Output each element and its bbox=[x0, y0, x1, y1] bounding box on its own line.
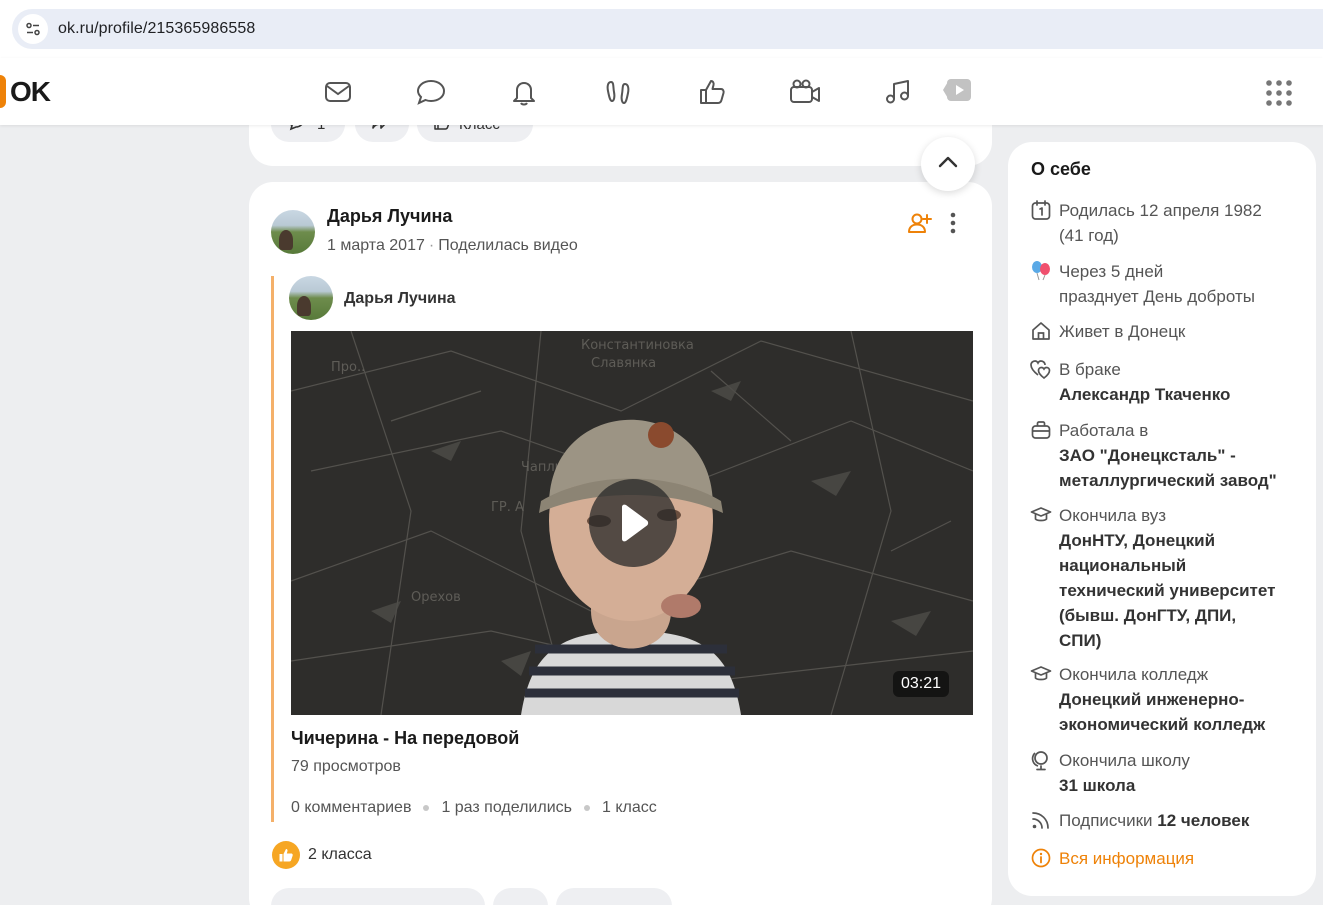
like-badge-icon bbox=[272, 841, 300, 869]
video-shares-count[interactable]: 1 раз поделились bbox=[441, 799, 572, 817]
browser-toolbar: ok.ru/profile/215365986558 bbox=[0, 0, 1323, 58]
post-date[interactable]: 1 марта 2017 bbox=[327, 237, 425, 254]
shared-content: Дарья Лучина Константиновка Про.. Чаплин… bbox=[271, 276, 973, 822]
briefcase-icon bbox=[1030, 419, 1052, 441]
meta-separator: · bbox=[428, 237, 435, 254]
location-info: Живет в Донецк bbox=[1030, 319, 1185, 344]
post-author-name[interactable]: Дарья Лучина bbox=[327, 206, 452, 227]
globe-icon bbox=[1030, 749, 1052, 771]
chat-icon[interactable] bbox=[413, 74, 449, 110]
svg-text:ГР. А: ГР. А bbox=[491, 500, 524, 515]
subscribers-count[interactable]: 12 человек bbox=[1157, 811, 1249, 830]
reactions-count: 2 класса bbox=[308, 846, 372, 863]
graduation-cap-icon bbox=[1030, 504, 1052, 526]
graduation-cap-icon bbox=[1030, 663, 1052, 685]
like-icon[interactable] bbox=[694, 74, 730, 110]
more-options-icon[interactable] bbox=[941, 208, 965, 238]
birth-date: Родилась 12 апреля 1982 bbox=[1059, 201, 1262, 220]
author-avatar[interactable] bbox=[271, 210, 315, 254]
video-play-icon[interactable] bbox=[936, 72, 974, 108]
video-duration: 03:21 bbox=[892, 671, 949, 697]
work-label: Работала в bbox=[1059, 421, 1149, 440]
post-card: Дарья Лучина 1 марта 2017 · Поделилась вид… bbox=[249, 182, 992, 905]
post-reactions[interactable]: 2 класса bbox=[272, 841, 372, 869]
university-line5[interactable]: СПИ) bbox=[1059, 631, 1101, 650]
add-friend-icon[interactable] bbox=[907, 210, 933, 236]
university-info: Окончила вуз ДонНТУ, Донецкий национальн… bbox=[1030, 503, 1275, 653]
video-likes-count[interactable]: 1 класс bbox=[602, 799, 657, 817]
balloons-icon bbox=[1030, 260, 1052, 282]
svg-text:Константиновка: Константиновка bbox=[581, 338, 694, 353]
school-name[interactable]: 31 школа bbox=[1059, 776, 1135, 795]
post-action: Поделилась видео bbox=[438, 237, 578, 254]
video-player[interactable]: Константиновка Про.. Чаплино Орехов ГР. … bbox=[291, 331, 973, 715]
shared-author-avatar[interactable] bbox=[289, 276, 333, 320]
calendar-icon bbox=[1030, 199, 1052, 221]
all-info-label[interactable]: Вся информация bbox=[1059, 849, 1194, 868]
play-button[interactable] bbox=[589, 479, 677, 567]
stats-separator bbox=[583, 805, 590, 811]
stats-separator bbox=[423, 805, 430, 811]
logo-text: OK bbox=[10, 75, 51, 107]
school-label: Окончила школу bbox=[1059, 751, 1190, 770]
college-label: Окончила колледж bbox=[1059, 665, 1209, 684]
logo-mark bbox=[0, 75, 6, 108]
svg-text:Орехов: Орехов bbox=[411, 590, 461, 605]
university-line2[interactable]: национальный bbox=[1059, 556, 1186, 575]
video-camera-icon[interactable] bbox=[787, 74, 823, 110]
spouse-name[interactable]: Александр Ткаченко bbox=[1059, 385, 1230, 404]
site-settings-icon[interactable] bbox=[18, 14, 48, 44]
video-views: 79 просмотров bbox=[291, 758, 401, 775]
about-title: О себе bbox=[1031, 159, 1091, 179]
work-info: Работала в ЗАО "Донецксталь" - металлург… bbox=[1030, 418, 1277, 493]
college-line1[interactable]: Донецкий инженерно- bbox=[1059, 690, 1244, 709]
marital-info: В браке Александр Ткаченко bbox=[1030, 357, 1230, 407]
bell-icon[interactable] bbox=[506, 74, 542, 110]
mail-icon[interactable] bbox=[320, 74, 356, 110]
svg-text:Про..: Про.. bbox=[331, 360, 365, 375]
age: (41 год) bbox=[1059, 226, 1119, 245]
birth-info: Родилась 12 апреля 1982 (41 год) bbox=[1030, 198, 1262, 248]
school-info: Окончила школу 31 школа bbox=[1030, 748, 1190, 798]
comment-button[interactable] bbox=[271, 888, 485, 905]
marital-status: В браке bbox=[1059, 360, 1121, 379]
site-header: OK bbox=[0, 58, 1323, 125]
video-comments-count[interactable]: 0 комментариев bbox=[291, 799, 411, 817]
about-card: О себе Родилась 12 апреля 1982 (41 год) … bbox=[1008, 142, 1316, 896]
apps-grid-icon[interactable] bbox=[1264, 78, 1294, 108]
subscribers-info[interactable]: Подписчики 12 человек bbox=[1030, 808, 1249, 833]
work-place-line2[interactable]: металлургический завод" bbox=[1059, 471, 1277, 490]
hearts-icon bbox=[1030, 358, 1052, 380]
lives-in[interactable]: Живет в Донецк bbox=[1059, 319, 1185, 344]
subscribers-label: Подписчики bbox=[1059, 811, 1153, 830]
university-line4[interactable]: (бывш. ДонГТУ, ДПИ, bbox=[1059, 606, 1236, 625]
ok-logo[interactable]: OK bbox=[0, 75, 51, 108]
holiday-info: Через 5 дней празднует День доброты bbox=[1030, 259, 1255, 309]
post-meta: 1 марта 2017 · Поделилась видео bbox=[327, 237, 578, 255]
college-line2[interactable]: экономический колледж bbox=[1059, 715, 1265, 734]
university-label: Окончила вуз bbox=[1059, 506, 1167, 525]
all-info-link[interactable]: Вся информация bbox=[1030, 846, 1194, 871]
home-icon bbox=[1030, 320, 1052, 342]
video-title[interactable]: Чичерина - На передовой bbox=[291, 728, 519, 749]
college-info: Окончила колледж Донецкий инженерно- эко… bbox=[1030, 662, 1265, 737]
rss-icon bbox=[1030, 809, 1052, 831]
guests-icon[interactable] bbox=[600, 74, 636, 110]
holiday-countdown: Через 5 дней bbox=[1059, 262, 1164, 281]
work-place-line1[interactable]: ЗАО "Донецксталь" - bbox=[1059, 446, 1236, 465]
share-button-bottom[interactable] bbox=[493, 888, 548, 905]
like-button-bottom[interactable] bbox=[556, 888, 672, 905]
svg-text:Славянка: Славянка bbox=[591, 356, 656, 371]
chevron-up-icon bbox=[937, 155, 959, 174]
info-icon bbox=[1030, 847, 1052, 869]
university-line3[interactable]: технический университет bbox=[1059, 581, 1275, 600]
university-line1[interactable]: ДонНТУ, Донецкий bbox=[1059, 531, 1215, 550]
video-stats: 0 комментариев 1 раз поделились 1 класс bbox=[291, 799, 657, 817]
url-text[interactable]: ok.ru/profile/215365986558 bbox=[58, 20, 255, 38]
music-icon[interactable] bbox=[880, 74, 916, 110]
holiday-name[interactable]: празднует День доброты bbox=[1059, 284, 1255, 309]
shared-author-name[interactable]: Дарья Лучина bbox=[344, 290, 456, 308]
address-bar[interactable]: ok.ru/profile/215365986558 bbox=[12, 9, 1323, 49]
scroll-to-top-button[interactable] bbox=[921, 137, 975, 191]
